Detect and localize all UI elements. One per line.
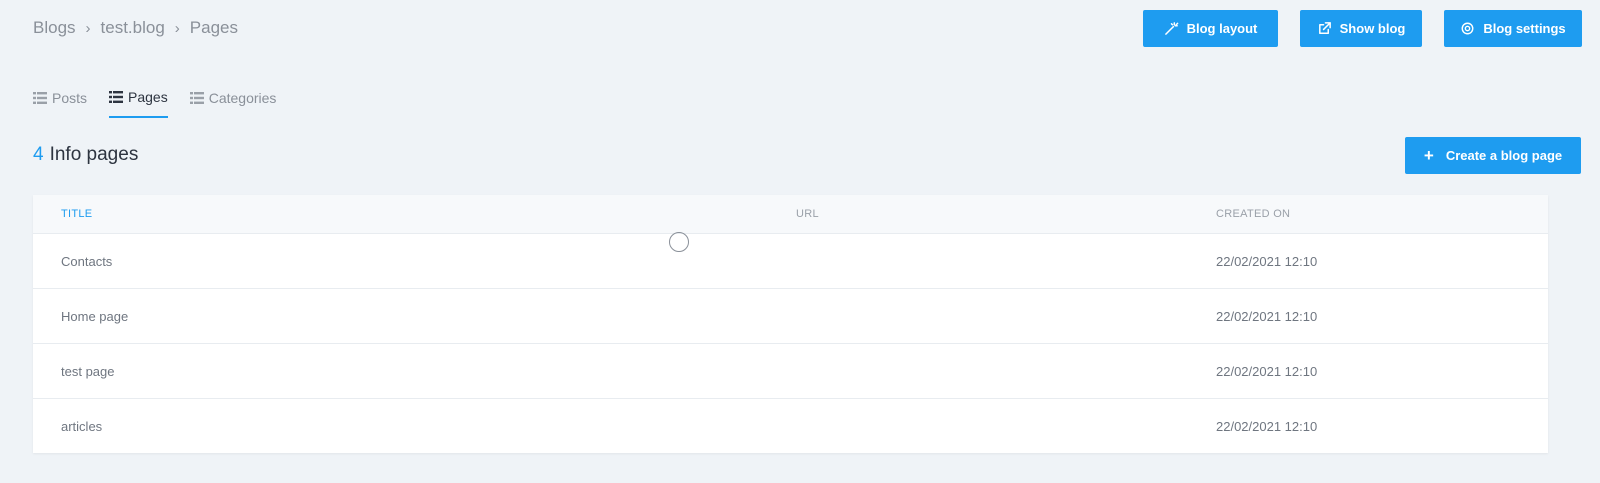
chevron-right-icon: › [174,19,180,37]
blog-layout-label: Blog layout [1186,21,1258,36]
top-actions: Blog layout Show blog Blog settings [1143,10,1582,47]
blog-settings-button[interactable]: Blog settings [1444,10,1582,47]
tab-pages-label: Pages [128,89,168,105]
page-count: 4 [33,144,44,165]
tab-bar: Posts Pages Categories [33,78,276,118]
external-link-icon [1318,22,1331,34]
tab-posts-label: Posts [52,90,88,106]
section-title: Info pages [49,144,139,165]
plus-icon: + [1423,145,1434,165]
list-icon [189,92,204,104]
breadcrumb-test-blog[interactable]: test.blog [101,18,165,38]
breadcrumb-blogs[interactable]: Blogs [33,18,76,38]
breadcrumb-pages: Pages [189,18,238,37]
list-icon [109,91,124,103]
table-row[interactable]: Contacts 22/02/2021 12:10 [33,234,1548,289]
table-row[interactable]: Home page 22/02/2021 12:10 [33,289,1548,344]
create-blog-page-label: Create a blog page [1445,148,1563,163]
list-icon [33,92,47,104]
cell-created-on: 22/02/2021 12:10 [1216,419,1318,434]
tab-posts[interactable]: Posts [33,78,87,118]
blog-settings-label: Blog settings [1483,21,1566,36]
tab-categories[interactable]: Categories [189,78,277,118]
section-heading: 4 Info pages [33,144,138,166]
column-header-url[interactable]: URL [796,208,819,220]
cell-title: test page [61,364,115,379]
table-header: TITLE URL CREATED ON [33,195,1548,234]
breadcrumb: Blogs › test.blog › Pages [33,18,238,38]
column-header-title[interactable]: TITLE [61,208,92,220]
tab-pages[interactable]: Pages [109,78,168,118]
blog-layout-button[interactable]: Blog layout [1143,10,1278,47]
table-row[interactable]: articles 22/02/2021 12:10 [33,399,1548,453]
show-blog-label: Show blog [1339,21,1406,36]
cell-created-on: 22/02/2021 12:10 [1216,309,1318,324]
cell-title: Contacts [61,254,113,269]
show-blog-button[interactable]: Show blog [1300,10,1422,47]
create-blog-page-button[interactable]: + Create a blog page [1405,137,1581,174]
cell-created-on: 22/02/2021 12:10 [1216,254,1318,269]
magic-wand-icon [1164,22,1178,35]
chevron-right-icon: › [85,19,91,37]
cell-title: articles [61,419,103,434]
gear-icon [1461,22,1474,35]
column-header-created-on[interactable]: CREATED ON [1216,208,1290,220]
tab-categories-label: Categories [208,90,277,106]
cell-created-on: 22/02/2021 12:10 [1216,364,1318,379]
table-row[interactable]: test page 22/02/2021 12:10 [33,344,1548,399]
pages-table: TITLE URL CREATED ON Contacts 22/02/2021… [33,195,1548,453]
cell-title: Home page [61,309,129,324]
